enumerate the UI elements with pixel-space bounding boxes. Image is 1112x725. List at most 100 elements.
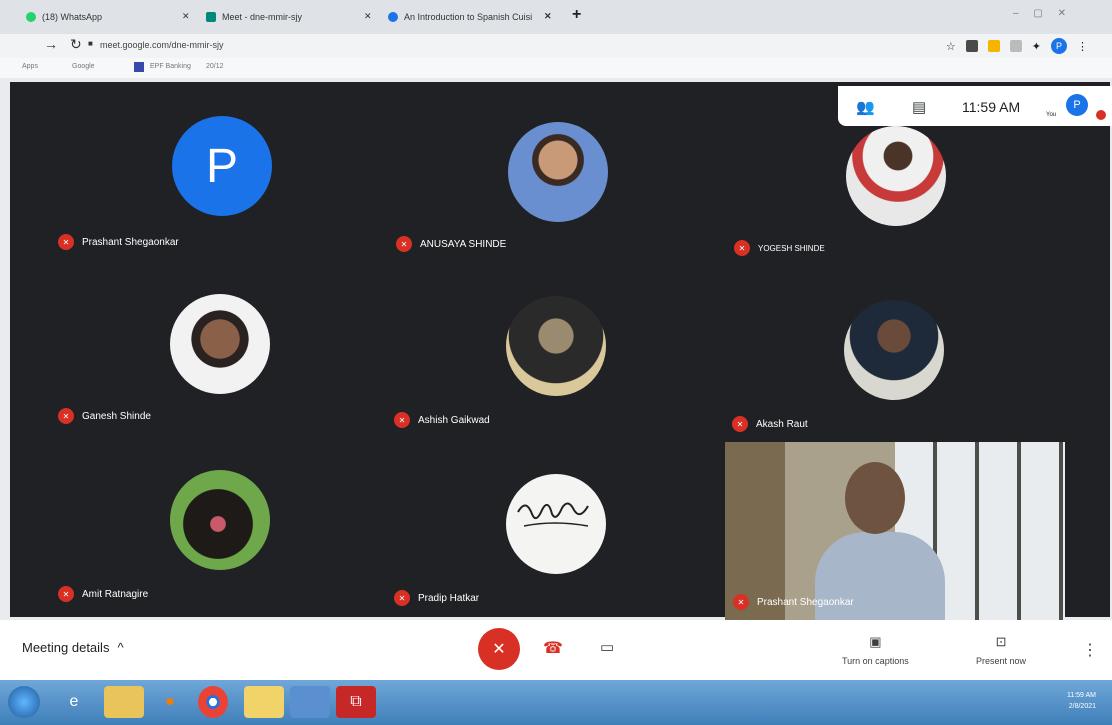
tab-whatsapp[interactable]: (18) WhatsApp [26, 6, 102, 28]
mic-off-icon: ✕ [394, 590, 410, 606]
star-icon[interactable]: ☆ [946, 40, 956, 53]
mic-off-icon: ✕ [396, 236, 412, 252]
present-now-button[interactable]: ⊡ Present now [976, 634, 1026, 666]
bookmark-item[interactable]: Apps [22, 63, 38, 70]
participant-name: ANUSAYA SHINDE [420, 238, 507, 250]
people-icon[interactable]: 👥 [856, 98, 875, 116]
participant-name: Amit Ratnagire [82, 588, 149, 600]
self-avatar[interactable]: P [1066, 94, 1088, 116]
folder-icon[interactable] [104, 686, 144, 718]
extension-icon[interactable] [965, 40, 978, 52]
participant-name-tag: ✕ YOGESH SHINDE [734, 240, 825, 256]
pdf-icon[interactable]: ⧉ [336, 686, 376, 718]
clock: 11:59 AM [962, 99, 1021, 115]
taskbar-date: 2/8/2021 [1068, 703, 1096, 710]
whatsapp-icon [26, 12, 36, 22]
app-icon[interactable] [290, 686, 330, 718]
new-tab-button[interactable]: + [572, 6, 581, 24]
url-field[interactable]: meet.google.com/dne-mmir-sjy [100, 40, 224, 50]
bookmarks-bar: Apps Google EPF Banking 20/12 [0, 58, 1112, 78]
os-taskbar: e ● ⧉ 11:59 AM 2/8/2021 [0, 680, 1112, 725]
participant-photo [846, 126, 946, 226]
system-tray[interactable]: 11:59 AM 2/8/2021 [1067, 690, 1096, 712]
menu-icon[interactable]: ⋮ [1077, 40, 1088, 53]
mic-off-icon: ✕ [734, 240, 750, 256]
participant-video-tile[interactable]: ✕ Prashant Shegaonkar [725, 442, 1065, 620]
chrome-icon[interactable] [198, 686, 228, 718]
mic-off-icon [1096, 110, 1106, 120]
close-tab-icon[interactable]: ✕ [182, 5, 190, 27]
participant-name: Ashish Gaikwad [418, 414, 490, 426]
extension-icon[interactable] [987, 40, 1000, 52]
meet-top-bar: 👥 ▤ 11:59 AM You P [838, 86, 1112, 126]
participant-name: Prashant Shegaonkar [757, 596, 854, 608]
chat-icon[interactable]: ▤ [912, 98, 926, 116]
participant-photo [170, 294, 270, 394]
bookmark-item[interactable]: Google [72, 63, 95, 70]
meeting-controls: Meeting details ^ ✕ ☎ ▭ ▣ Turn on captio… [0, 620, 1112, 680]
present-label: Present now [976, 656, 1027, 666]
you-label: You [1046, 112, 1057, 118]
hang-up-button[interactable]: ☎ [543, 638, 563, 658]
meeting-stage: P ✕ Prashant Shegaonkar ✕ ANUSAYA SHINDE… [10, 82, 1110, 620]
ie-icon[interactable]: e [54, 686, 94, 718]
meeting-details-button[interactable]: Meeting details ^ [22, 640, 124, 655]
extensions-area: ☆ ✦ P ⋮ [946, 38, 1088, 54]
participant-name-tag: ✕ Pradip Hatkar [394, 590, 479, 606]
participant-photo [508, 122, 608, 222]
puzzle-icon[interactable]: ✦ [1032, 40, 1041, 53]
participant-photo [506, 296, 606, 396]
present-icon: ⊡ [995, 634, 1007, 649]
lock-icon: ■ [88, 39, 93, 48]
tab-label: An Introduction to Spanish Cuisi [404, 12, 533, 22]
mic-off-icon: ✕ [732, 416, 748, 432]
participant-name: Akash Raut [756, 418, 808, 430]
participant-name-tag: ✕ ANUSAYA SHINDE [396, 236, 506, 252]
tab-spanish-cuisine[interactable]: An Introduction to Spanish Cuisi [388, 6, 532, 28]
mic-toggle-button[interactable]: ✕ [478, 628, 520, 670]
bookmark-item[interactable]: EPF Banking [150, 63, 191, 70]
forward-arrow-icon[interactable]: → [44, 36, 58, 52]
close-tab-icon[interactable]: ✕ [544, 5, 552, 27]
signature-graphic [517, 502, 589, 527]
captions-label: Turn on captions [842, 656, 909, 666]
participant-name: YOGESH SHINDE [758, 243, 825, 253]
participant-name-tag: ✕ Ashish Gaikwad [394, 412, 490, 428]
bookmark-item[interactable]: 20/12 [206, 63, 224, 70]
start-button[interactable] [8, 686, 40, 718]
participant-name: Prashant Shegaonkar [82, 236, 179, 248]
reload-icon[interactable]: ↻ [70, 36, 82, 53]
chevron-up-icon: ^ [117, 640, 124, 655]
participant-name-tag: ✕ Akash Raut [732, 416, 808, 432]
browser-tab-bar: (18) WhatsApp ✕ Meet - dne-mmir-sjy ✕ An… [0, 0, 1112, 34]
participant-avatar: P [172, 116, 272, 216]
mic-off-icon: ✕ [733, 594, 749, 610]
mic-off-icon: ✕ [58, 234, 74, 250]
profile-avatar[interactable]: P [1051, 38, 1067, 54]
taskbar-time: 11:59 AM [1066, 692, 1096, 699]
tab-meet[interactable]: Meet - dne-mmir-sjy [206, 6, 302, 28]
page-icon [388, 12, 398, 22]
participant-signature-avatar [506, 474, 606, 574]
meeting-details-label: Meeting details [22, 640, 110, 655]
captions-icon: ▣ [869, 634, 882, 649]
participant-photo [844, 300, 944, 400]
notes-icon[interactable] [244, 686, 284, 718]
address-bar: → ↻ ■ meet.google.com/dne-mmir-sjy ☆ ✦ P… [0, 34, 1112, 58]
meet-icon [206, 12, 216, 22]
participant-photo [170, 470, 270, 570]
mic-off-icon: ✕ [394, 412, 410, 428]
media-player-icon[interactable]: ● [150, 686, 190, 718]
extension-icon[interactable] [1009, 40, 1022, 52]
captions-button[interactable]: ▣ Turn on captions [842, 634, 909, 666]
camera-toggle-button[interactable]: ▭ [600, 638, 614, 656]
window-controls[interactable]: – ▢ ✕ [1013, 8, 1072, 19]
close-tab-icon[interactable]: ✕ [364, 5, 372, 27]
participant-name-tag: ✕ Amit Ratnagire [58, 586, 148, 602]
mic-off-icon: ✕ [492, 641, 506, 658]
more-options-icon[interactable]: ⋮ [1082, 640, 1098, 660]
mic-off-icon: ✕ [58, 586, 74, 602]
participant-name: Pradip Hatkar [418, 592, 480, 604]
tab-label: Meet - dne-mmir-sjy [222, 12, 303, 22]
bookmark-icon [134, 62, 144, 72]
